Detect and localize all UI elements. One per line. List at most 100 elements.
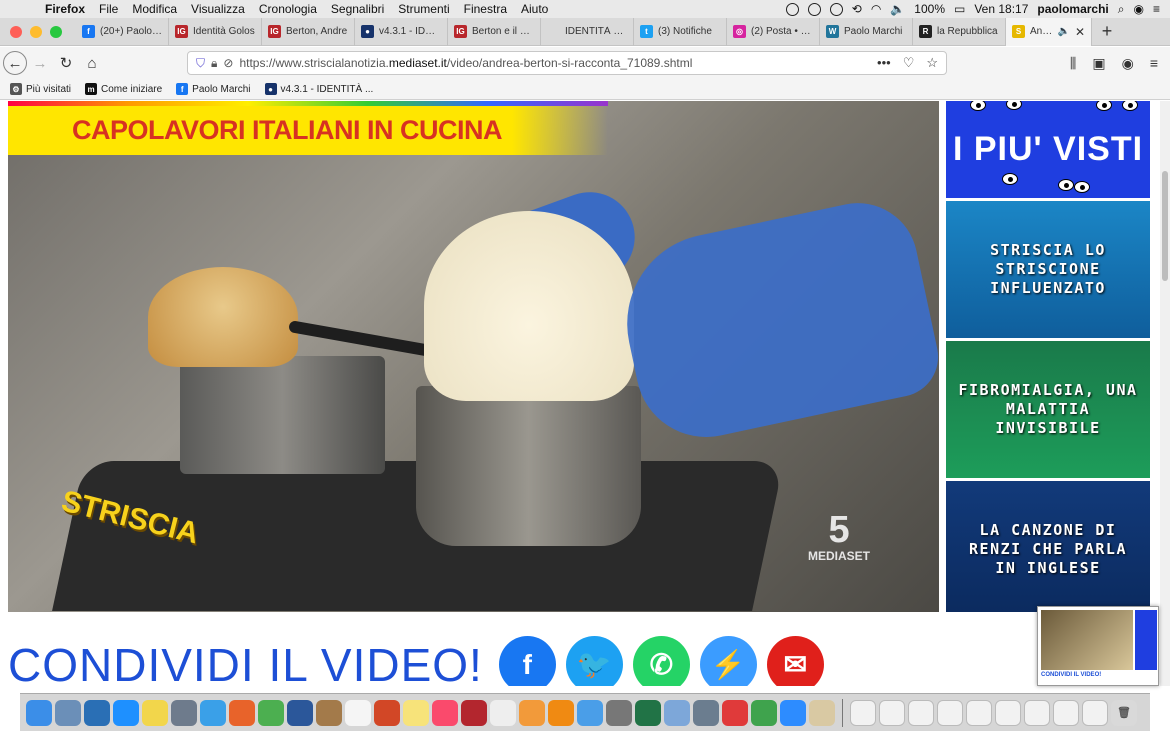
time-machine-icon[interactable]: ⟲ <box>852 2 862 16</box>
minimize-window-button[interactable] <box>30 25 42 38</box>
dock-document-icon[interactable] <box>850 699 876 726</box>
clock[interactable]: Ven 18:17 <box>974 2 1028 16</box>
dock-document-icon[interactable] <box>937 699 963 726</box>
dock-mail-stamp-icon[interactable] <box>55 699 81 726</box>
menu-cronologia[interactable]: Cronologia <box>252 2 324 16</box>
user-name[interactable]: paolomarchi <box>1037 2 1108 16</box>
menu-aiuto[interactable]: Aiuto <box>514 2 555 16</box>
dock-stickies-icon[interactable] <box>142 699 168 726</box>
battery-percent[interactable]: 100% <box>914 2 945 16</box>
reload-button[interactable]: ↻ <box>53 50 79 76</box>
sidebar-video-card[interactable]: FIBROMIALGIA, UNA MALATTIA INVISIBILE <box>946 338 1150 478</box>
share-whatsapp-button[interactable]: ✆ <box>632 636 690 686</box>
status-sync-icon[interactable] <box>829 2 843 16</box>
dock-document-icon[interactable] <box>966 699 992 726</box>
sidebar-video-card[interactable]: LA CANZONE DI RENZI CHE PARLA IN INGLESE <box>946 478 1150 612</box>
dock-firefox-icon[interactable] <box>229 699 255 726</box>
dock-music-icon[interactable] <box>432 699 458 726</box>
dock-calendar-icon[interactable] <box>345 699 371 726</box>
dock-app-store-icon[interactable] <box>113 699 139 726</box>
browser-tab[interactable]: f (20+) Paolo M <box>76 17 169 46</box>
dock-charts-icon[interactable] <box>577 699 603 726</box>
library-icon[interactable]: ⫼ <box>1070 55 1076 72</box>
menu-firefox[interactable]: Firefox <box>38 2 92 16</box>
dock-zoom-icon[interactable] <box>780 699 806 726</box>
bookmark-item[interactable]: f Paolo Marchi <box>176 83 251 95</box>
volume-icon[interactable]: 🔈 <box>890 2 905 16</box>
dock-safari-icon[interactable] <box>200 699 226 726</box>
account-icon[interactable]: ◉ <box>1122 55 1134 72</box>
menu-finestra[interactable]: Finestra <box>457 2 514 16</box>
dock-textedit-icon[interactable] <box>490 699 516 726</box>
dock-photo-booth-icon[interactable] <box>461 699 487 726</box>
bookmark-item[interactable]: ● v4.3.1 - IDENTITÀ ... <box>264 83 373 95</box>
browser-tab[interactable]: S Andrea 🔈 ✕ <box>1006 17 1092 46</box>
dock-skype-like-icon[interactable] <box>722 699 748 726</box>
browser-tab[interactable]: ◎ (2) Posta • Dir <box>727 17 820 46</box>
browser-tab[interactable]: IDENTITÀ WEB <box>541 17 634 46</box>
menu-segnalibri[interactable]: Segnalibri <box>324 2 391 16</box>
url-bar[interactable]: ⛉ 🔒︎ ⊘ https://www.striscialanotizia.med… <box>187 51 947 75</box>
dock-document-icon[interactable] <box>995 699 1021 726</box>
permissions-icon[interactable]: ⊘ <box>223 56 233 70</box>
siri-icon[interactable]: ◉ <box>1134 2 1144 16</box>
browser-tab[interactable]: IG Berton e il sou <box>448 17 541 46</box>
browser-tab[interactable]: IG Berton, Andre <box>262 17 355 46</box>
close-window-button[interactable] <box>10 25 22 38</box>
battery-icon[interactable]: ▭ <box>954 2 965 16</box>
back-button[interactable]: ← <box>3 51 27 75</box>
notification-center-icon[interactable]: ≡ <box>1153 2 1160 16</box>
share-messenger-button[interactable]: ⚡ <box>699 636 757 686</box>
dock-word-icon[interactable] <box>287 699 313 726</box>
dock-document-icon[interactable] <box>1053 699 1079 726</box>
dock-notes-icon[interactable] <box>403 699 429 726</box>
page-actions-button[interactable]: ••• <box>877 55 891 71</box>
pocket-icon[interactable]: ♡ <box>903 55 915 71</box>
dock-photo-app-icon[interactable] <box>171 699 197 726</box>
dock-script-icon[interactable] <box>809 699 835 726</box>
dock-finder-icon[interactable] <box>26 699 52 726</box>
bookmark-item[interactable]: ⚙ Più visitati <box>10 83 71 95</box>
tracking-shield-icon[interactable]: ⛉ <box>196 56 205 71</box>
dock-system-preferences-icon[interactable] <box>606 699 632 726</box>
zoom-window-button[interactable] <box>50 25 62 38</box>
menu-visualizza[interactable]: Visualizza <box>184 2 252 16</box>
page-scrollbar[interactable] <box>1160 101 1170 686</box>
browser-tab[interactable]: IG Identità Golos <box>169 17 262 46</box>
status-app-icon[interactable] <box>785 2 799 16</box>
new-tab-button[interactable]: + <box>1092 21 1122 42</box>
menu-modifica[interactable]: Modifica <box>125 2 184 16</box>
dock-vlc-icon[interactable] <box>548 699 574 726</box>
video-player[interactable]: CAPOLAVORI ITALIANI IN CUCINA STRISCIA 5… <box>8 101 939 612</box>
dock-powerpoint-icon[interactable] <box>374 699 400 726</box>
dock-document-icon[interactable] <box>879 699 905 726</box>
dock-chrome-icon[interactable] <box>258 699 284 726</box>
spotlight-icon[interactable]: ⌕ <box>1118 2 1125 17</box>
share-twitter-button[interactable]: 🐦 <box>565 636 623 686</box>
dock-document-icon[interactable] <box>1024 699 1050 726</box>
share-email-button[interactable]: ✉ <box>766 636 824 686</box>
browser-tab[interactable]: ● v4.3.1 - IDENT <box>355 17 448 46</box>
close-tab-icon[interactable]: ✕ <box>1075 25 1085 39</box>
home-button[interactable]: ⌂ <box>79 50 105 76</box>
dock-archive-icon[interactable] <box>316 699 342 726</box>
bookmark-item[interactable]: m Come iniziare <box>85 83 162 95</box>
bookmark-star-icon[interactable]: ☆ <box>926 55 938 71</box>
dock-document-icon[interactable] <box>1082 699 1108 726</box>
lock-icon[interactable]: 🔒︎ <box>211 56 217 71</box>
dock-scanner-icon[interactable] <box>693 699 719 726</box>
dock-excel-icon[interactable] <box>635 699 661 726</box>
dock-delta-icon[interactable] <box>84 699 110 726</box>
trash-icon[interactable]: 🗑 <box>1111 699 1137 726</box>
browser-tab[interactable]: W Paolo Marchi <box>820 17 913 46</box>
status-delta-icon[interactable] <box>807 2 821 16</box>
wifi-icon[interactable]: ◠ <box>871 2 881 16</box>
floating-mini-player[interactable]: CONDIVIDI IL VIDEO! <box>1037 606 1159 686</box>
menu-file[interactable]: File <box>92 2 125 16</box>
browser-tab[interactable]: Rla Repubblica <box>913 17 1006 46</box>
share-facebook-button[interactable]: f <box>498 636 556 686</box>
dock-preview-icon[interactable] <box>664 699 690 726</box>
sidebar-toggle-icon[interactable]: ▣ <box>1092 55 1105 72</box>
dock-browser-2-icon[interactable] <box>751 699 777 726</box>
menu-strumenti[interactable]: Strumenti <box>391 2 456 16</box>
